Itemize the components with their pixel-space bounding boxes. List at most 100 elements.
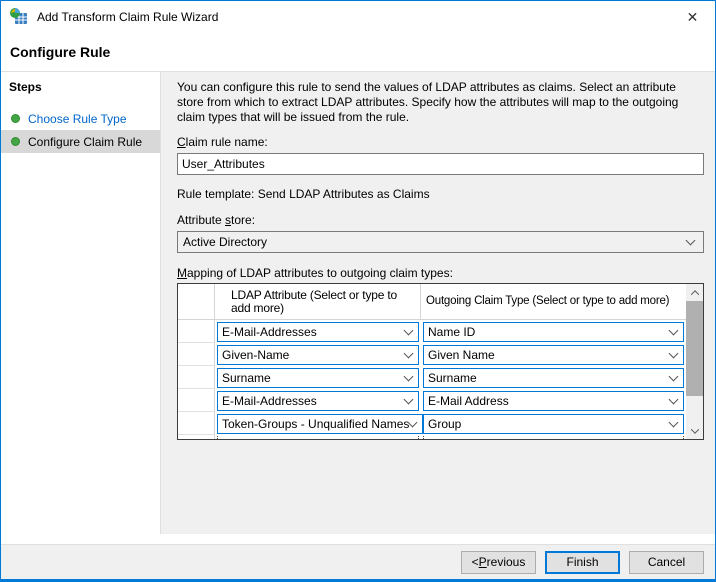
outgoing-claim-value: Group (428, 417, 670, 431)
page-header: Configure Rule (1, 33, 715, 71)
table-scrollbar[interactable] (686, 284, 703, 439)
outgoing-claim-cell: Group (421, 412, 686, 435)
label-rest: tore: (231, 213, 255, 227)
ldap-attribute-cell: Token-Groups - Unqualified Names (215, 412, 421, 435)
attribute-store-select[interactable]: Active Directory (177, 231, 704, 253)
label-rest: apping of LDAP attributes to outgoing cl… (187, 266, 453, 280)
row-header-cell[interactable] (178, 343, 215, 366)
scroll-down-icon[interactable] (686, 422, 703, 439)
mapping-table: LDAP Attribute (Select or type to add mo… (177, 283, 704, 440)
outgoing-claim-cell (421, 435, 686, 439)
steps-sidebar: Steps Choose Rule Type Configure Claim R… (1, 72, 161, 534)
main-panel: You can configure this rule to send the … (161, 72, 715, 534)
outgoing-claim-value: Name ID (428, 325, 670, 339)
accel-letter: P (479, 555, 487, 569)
ldap-attribute-select[interactable]: Token-Groups - Unqualified Names (217, 414, 423, 434)
sidebar-item-configure-claim-rule[interactable]: Configure Claim Rule (1, 130, 160, 153)
table-row: Surname Surname (178, 366, 686, 389)
ldap-attribute-cell: E-Mail-Addresses (215, 320, 421, 343)
sidebar-item-choose-rule-type[interactable]: Choose Rule Type (1, 107, 160, 130)
accel-letter: C (177, 135, 186, 149)
chevron-down-icon (404, 325, 414, 335)
outgoing-claim-type-column-header: Outgoing Claim Type (Select or type to a… (421, 284, 686, 320)
footer-divider (1, 534, 715, 544)
accel-letter: M (177, 266, 187, 280)
title-bar: Add Transform Claim Rule Wizard ✕ (1, 1, 715, 33)
outgoing-claim-cell: Name ID (421, 320, 686, 343)
row-header-cell (178, 435, 215, 439)
outgoing-claim-select[interactable]: E-Mail Address (423, 391, 684, 411)
chevron-down-icon (404, 371, 414, 381)
outgoing-claim-select[interactable]: Surname (423, 368, 684, 388)
chevron-down-icon (408, 417, 418, 427)
footer-button-bar: < Previous Finish Cancel (1, 544, 715, 579)
chevron-down-icon (669, 371, 679, 381)
scroll-up-icon[interactable] (686, 284, 703, 301)
row-header-cell[interactable] (178, 389, 215, 412)
new-row-cell[interactable] (423, 435, 684, 439)
wizard-app-icon (9, 7, 29, 27)
outgoing-claim-select[interactable]: Group (423, 414, 684, 434)
ldap-attribute-cell: E-Mail-Addresses (215, 389, 421, 412)
chevron-down-icon (669, 348, 679, 358)
chevron-down-icon (669, 394, 679, 404)
step-label: Configure Claim Rule (28, 135, 142, 149)
outgoing-claim-value: E-Mail Address (428, 394, 670, 408)
outgoing-claim-select[interactable]: Given Name (423, 345, 684, 365)
ldap-attribute-select[interactable]: E-Mail-Addresses (217, 391, 419, 411)
row-header-cell (178, 284, 215, 320)
attribute-store-label: Attribute store: (177, 213, 704, 228)
label-pre: < (472, 555, 479, 569)
finish-button[interactable]: Finish (545, 551, 620, 574)
ldap-attribute-select[interactable]: Given-Name (217, 345, 419, 365)
ldap-attribute-cell: Surname (215, 366, 421, 389)
chevron-down-icon (686, 236, 696, 246)
row-header-cell[interactable] (178, 320, 215, 343)
chevron-down-icon (404, 394, 414, 404)
new-row-placeholder (178, 435, 686, 439)
ldap-attribute-select[interactable]: Surname (217, 368, 419, 388)
green-dot-icon (11, 114, 20, 123)
label-rest: laim rule name: (186, 135, 268, 149)
wizard-window: Add Transform Claim Rule Wizard ✕ Config… (0, 0, 716, 582)
chevron-down-icon (669, 325, 679, 335)
outgoing-claim-cell: E-Mail Address (421, 389, 686, 412)
ldap-attribute-value: E-Mail-Addresses (222, 394, 405, 408)
previous-button[interactable]: < Previous (461, 551, 536, 574)
claim-rule-name-label: Claim rule name: (177, 135, 704, 150)
chevron-down-icon (669, 417, 679, 427)
table-row: Given-Name Given Name (178, 343, 686, 366)
table-row: E-Mail-Addresses Name ID (178, 320, 686, 343)
steps-heading: Steps (1, 80, 160, 94)
attribute-store-value: Active Directory (183, 235, 687, 249)
claim-rule-name-input[interactable] (177, 153, 704, 175)
table-header-row: LDAP Attribute (Select or type to add mo… (178, 284, 686, 320)
outgoing-claim-cell: Surname (421, 366, 686, 389)
ldap-attribute-cell: Given-Name (215, 343, 421, 366)
content-area: Steps Choose Rule Type Configure Claim R… (1, 71, 715, 534)
ldap-attribute-value: Surname (222, 371, 405, 385)
close-icon[interactable]: ✕ (670, 1, 715, 33)
ldap-attribute-column-header: LDAP Attribute (Select or type to add mo… (215, 284, 421, 320)
rule-template-text: Rule template: Send LDAP Attributes as C… (177, 187, 704, 202)
outgoing-claim-select[interactable]: Name ID (423, 322, 684, 342)
ldap-attribute-select[interactable]: E-Mail-Addresses (217, 322, 419, 342)
mapping-table-columns: LDAP Attribute (Select or type to add mo… (178, 284, 686, 439)
step-label[interactable]: Choose Rule Type (28, 112, 127, 126)
rule-description: You can configure this rule to send the … (177, 80, 704, 125)
green-dot-icon (11, 137, 20, 146)
outgoing-claim-value: Given Name (428, 348, 670, 362)
mapping-label: Mapping of LDAP attributes to outgoing c… (177, 266, 704, 281)
cancel-button[interactable]: Cancel (629, 551, 704, 574)
window-title: Add Transform Claim Rule Wizard (37, 10, 218, 24)
row-header-cell[interactable] (178, 412, 215, 435)
row-header-cell[interactable] (178, 366, 215, 389)
page-title: Configure Rule (10, 44, 110, 60)
table-row: E-Mail-Addresses E-Mail Address (178, 389, 686, 412)
outgoing-claim-value: Surname (428, 371, 670, 385)
scrollbar-thumb[interactable] (686, 301, 703, 396)
new-row-cell[interactable] (217, 435, 419, 439)
chevron-down-icon (404, 348, 414, 358)
ldap-attribute-value: Given-Name (222, 348, 405, 362)
label-pre: Attribute (177, 213, 225, 227)
